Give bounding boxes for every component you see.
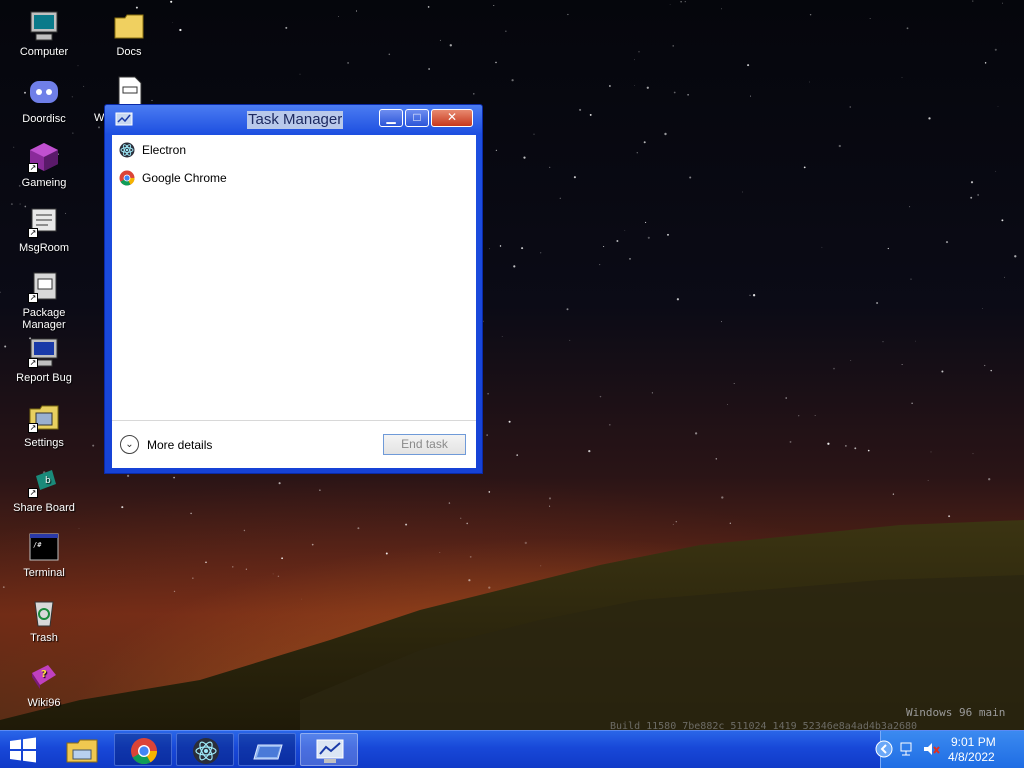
window-icon: [253, 744, 283, 760]
chevron-down-icon: ⌄: [120, 435, 139, 454]
desktop-icon-label: W: [94, 112, 105, 124]
desktop-icon-label: Package Manager: [22, 307, 66, 331]
window-footer: ⌄ More details End task: [112, 420, 476, 468]
network-status[interactable]: [899, 741, 915, 760]
desktop-icon-settings[interactable]: ↗ Settings: [5, 401, 83, 449]
chevron-left-icon: [875, 740, 893, 758]
shortcut-arrow-icon: ↗: [28, 488, 38, 498]
process-item-electron[interactable]: Electron: [118, 139, 470, 161]
clock-date[interactable]: 4/8/2022: [948, 750, 995, 764]
desktop-icon-label: Doordisc: [22, 113, 66, 125]
desktop-icon-computer[interactable]: Computer: [5, 10, 83, 58]
desktop-icon-doordisc[interactable]: Doordisc: [5, 77, 83, 125]
file-explorer-icon: [66, 739, 98, 763]
desktop-icon-label: MsgRoom: [18, 242, 70, 254]
message-room-icon: ↗: [28, 206, 60, 238]
maximize-icon: □: [413, 110, 421, 124]
maximize-button[interactable]: □: [405, 109, 429, 127]
desktop-icon-trash[interactable]: Trash: [5, 596, 83, 644]
electron-icon: [119, 142, 135, 158]
desktop-icon-label: Wiki96: [27, 697, 61, 709]
game-cube-icon: ↗: [28, 141, 60, 173]
volume-status[interactable]: [923, 741, 941, 760]
taskbar-file-explorer[interactable]: [52, 733, 110, 766]
svg-text:?: ?: [41, 669, 47, 680]
settings-folder-icon: ↗: [28, 401, 60, 433]
chrome-icon: [119, 170, 135, 186]
start-icon: [10, 737, 36, 763]
desktop-icon-label: Gameing: [21, 177, 67, 189]
discord-icon: [28, 77, 60, 109]
taskbar: 9:01 PM 4/8/2022: [0, 730, 1024, 768]
task-manager-icon: [115, 112, 133, 128]
desktop-icon-package-manager[interactable]: ↗ Package Manager: [5, 271, 83, 331]
trash-icon: [28, 596, 60, 628]
taskbar-window[interactable]: [238, 733, 296, 766]
desktop-icon-label: Terminal: [23, 567, 65, 579]
shortcut-arrow-icon: ↗: [28, 423, 38, 433]
report-bug-icon: ↗: [28, 336, 60, 368]
shortcut-arrow-icon: ↗: [28, 228, 38, 238]
desktop-icon-label: Report Bug: [16, 372, 72, 384]
close-icon: ✕: [446, 110, 458, 124]
window-client-area: Electron Google Chrome ⌄ More details En…: [112, 135, 476, 468]
window-titlebar[interactable]: Task Manager ▁ □ ✕: [105, 105, 482, 133]
start-button[interactable]: [8, 737, 38, 763]
desktop-icon-label: Share Board: [13, 502, 75, 514]
minimize-icon: ▁: [386, 110, 396, 124]
desktop-icon-label: Settings: [24, 437, 64, 449]
volume-muted-icon: [924, 743, 940, 755]
network-icon: [900, 742, 912, 756]
minimize-button[interactable]: ▁: [379, 109, 403, 127]
desktop-icon-gameing[interactable]: ↗ Gameing: [5, 141, 83, 189]
more-details-label: More details: [147, 438, 213, 452]
package-manager-icon: ↗: [28, 271, 60, 303]
svg-text:b: b: [45, 476, 51, 486]
shortcut-arrow-icon: ↗: [28, 293, 38, 303]
chrome-icon: [131, 738, 158, 765]
process-item-google-chrome[interactable]: Google Chrome: [118, 167, 470, 189]
terminal-icon: /#: [28, 531, 60, 563]
taskbar-electron[interactable]: [176, 733, 234, 766]
electron-icon: [193, 738, 219, 764]
tray-expand-button[interactable]: [875, 740, 893, 761]
shortcut-arrow-icon: ↗: [28, 163, 38, 173]
task-manager-window[interactable]: Task Manager ▁ □ ✕ Electron Google Chrom…: [104, 104, 483, 474]
desktop-icon-label: Trash: [30, 632, 58, 644]
folder-icon: [113, 10, 145, 42]
wiki-book-icon: ?: [28, 661, 60, 693]
end-task-button[interactable]: End task: [383, 434, 466, 455]
process-list: Electron Google Chrome: [112, 135, 476, 419]
taskbar-task-manager[interactable]: [300, 733, 358, 766]
os-watermark: Windows 96 main: [906, 706, 1006, 719]
task-manager-icon: [316, 739, 344, 763]
desktop-icon-docs[interactable]: Docs: [90, 10, 168, 58]
svg-text:/#: /#: [33, 541, 42, 549]
desktop-icon-share-board[interactable]: b ↗ Share Board: [5, 466, 83, 514]
clock-time[interactable]: 9:01 PM: [951, 735, 996, 749]
taskbar-chrome[interactable]: [114, 733, 172, 766]
desktop-icon-label: Computer: [19, 46, 69, 58]
share-board-icon: b ↗: [28, 466, 60, 498]
desktop-icon-wiki96[interactable]: ? Wiki96: [5, 661, 83, 709]
window-title: Task Manager: [247, 111, 344, 129]
close-button[interactable]: ✕: [431, 109, 473, 127]
process-name: Electron: [142, 143, 187, 157]
desktop-icon-terminal[interactable]: /# Terminal: [5, 531, 83, 579]
document-icon: [113, 75, 145, 107]
desktop-icon-label: Docs: [116, 46, 142, 58]
process-name: Google Chrome: [142, 171, 227, 185]
system-tray: 9:01 PM 4/8/2022: [875, 731, 1024, 768]
shortcut-arrow-icon: ↗: [28, 358, 38, 368]
computer-icon: [28, 10, 60, 42]
desktop-icon-msgroom[interactable]: ↗ MsgRoom: [5, 206, 83, 254]
desktop-icon-report-bug[interactable]: ↗ Report Bug: [5, 336, 83, 384]
